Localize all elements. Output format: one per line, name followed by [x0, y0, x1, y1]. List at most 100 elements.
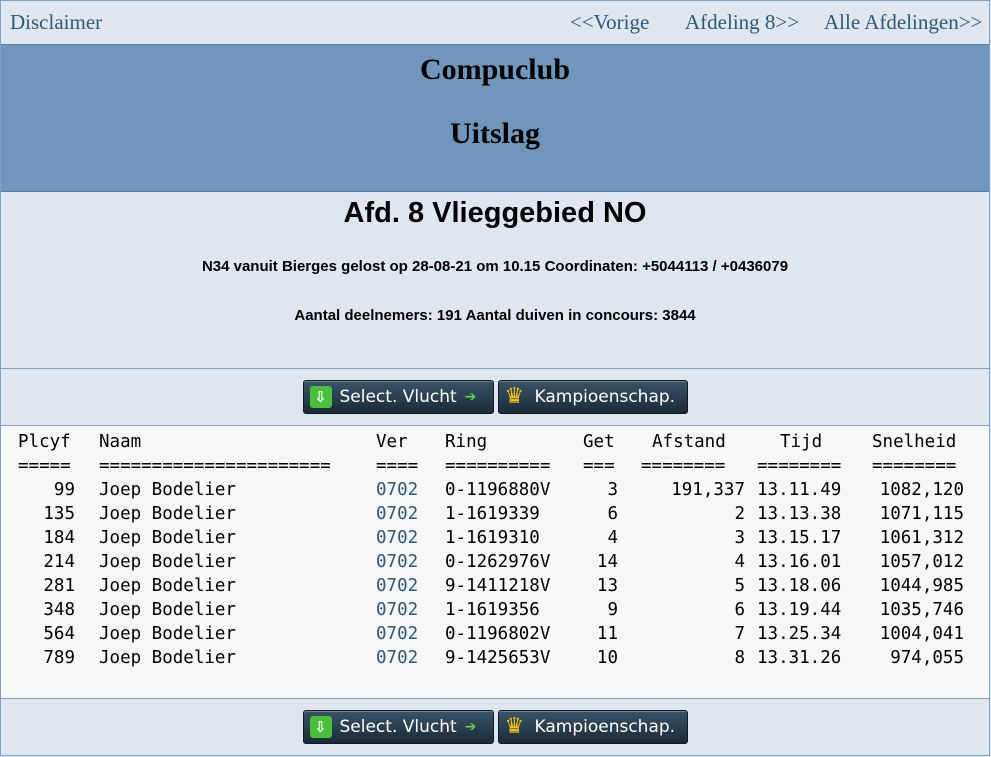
- cell-tijd: 13.19.44: [757, 600, 842, 620]
- cell-plcyf: 348: [43, 600, 75, 620]
- cell-snelheid: 1061,312: [879, 528, 964, 548]
- participant-counts: Aantal deelnemers: 191 Aantal duiven in …: [294, 307, 696, 324]
- cell-afstand: 4: [734, 552, 745, 572]
- cell-ring: 9-1411218V: [445, 576, 551, 596]
- championship-button-bottom[interactable]: ♛ Kampioenschap.: [497, 710, 688, 744]
- column-header: Tijd: [780, 432, 823, 452]
- cell-tijd: 13.31.26: [757, 648, 842, 668]
- cell-ring: 1-1619356: [445, 600, 540, 620]
- cell-ring: 1-1619339: [445, 504, 540, 524]
- cell-ring: 0-1196880V: [445, 480, 551, 500]
- cell-afstand: 6: [734, 600, 745, 620]
- select-flight-label: Select. Vlucht: [339, 717, 457, 737]
- table-header-row: Plcyf Naam Ver Ring Get Afstand Tijd Snelheid: [1, 432, 989, 456]
- next-section-link[interactable]: Afdeling 8>>: [685, 10, 799, 35]
- cell-ver[interactable]: 0702: [376, 480, 418, 500]
- page-subtitle: Uitslag: [450, 117, 540, 150]
- column-separator: ==========: [445, 456, 551, 476]
- cell-afstand: 7: [734, 624, 745, 644]
- table-row: 214 Joep Bodelier 0702 0-1262976V 14 4 13.16.0…: [1, 552, 989, 576]
- cell-plcyf: 214: [43, 552, 75, 572]
- crown-icon: ♛: [504, 714, 525, 739]
- cell-afstand: 191,337: [671, 480, 745, 500]
- cell-naam: Joep Bodelier: [99, 576, 236, 596]
- disclaimer-link[interactable]: Disclaimer: [10, 10, 102, 35]
- column-header: Ver: [376, 432, 408, 452]
- column-separator: ===: [583, 456, 615, 476]
- cell-get: 10: [596, 648, 618, 668]
- column-separator: =====: [18, 456, 71, 476]
- column-separator: ========: [872, 456, 957, 476]
- club-title: Compuclub: [419, 53, 571, 86]
- cell-plcyf: 135: [43, 504, 75, 524]
- column-header: Get: [583, 432, 615, 452]
- cell-tijd: 13.13.38: [757, 504, 842, 524]
- column-separator: ========: [757, 456, 842, 476]
- cell-ver[interactable]: 0702: [376, 528, 418, 548]
- table-row: 348 Joep Bodelier 0702 1-1619356 9 6 13.19.44 1…: [1, 600, 989, 624]
- arrow-right-icon: ➔: [464, 389, 477, 405]
- cell-ver[interactable]: 0702: [376, 552, 418, 572]
- previous-link[interactable]: <<Vorige: [570, 10, 649, 35]
- column-header: Afstand: [652, 432, 726, 452]
- cell-plcyf: 564: [43, 624, 75, 644]
- table-row: 184 Joep Bodelier 0702 1-1619310 4 3 13.15.17 1…: [1, 528, 989, 552]
- crown-icon: ♛: [504, 384, 525, 409]
- all-sections-link[interactable]: Alle Afdelingen>>: [824, 10, 982, 35]
- cell-get: 13: [596, 576, 618, 596]
- cell-tijd: 13.16.01: [757, 552, 842, 572]
- table-row: 564 Joep Bodelier 0702 0-1196802V 11 7 13.25.3…: [1, 624, 989, 648]
- cell-tijd: 13.15.17: [757, 528, 842, 548]
- cell-ver[interactable]: 0702: [376, 576, 418, 596]
- cell-naam: Joep Bodelier: [99, 600, 236, 620]
- column-header: Ring: [445, 432, 488, 452]
- cell-afstand: 8: [734, 648, 745, 668]
- cell-ring: 1-1619310: [445, 528, 540, 548]
- cell-afstand: 3: [734, 528, 745, 548]
- button-bar-bottom: ⇩ Select. Vlucht ➔ ♛ Kampioenschap.: [1, 699, 989, 755]
- arrow-right-icon: ➔: [464, 719, 477, 735]
- cell-plcyf: 184: [43, 528, 75, 548]
- button-bar-top: ⇩ Select. Vlucht ➔ ♛ Kampioenschap.: [1, 369, 989, 425]
- cell-afstand: 5: [734, 576, 745, 596]
- championship-button[interactable]: ♛ Kampioenschap.: [497, 380, 688, 414]
- cell-get: 11: [596, 624, 618, 644]
- table-row: 789 Joep Bodelier 0702 9-1425653V 10 8 13.31.2…: [1, 648, 989, 672]
- cell-naam: Joep Bodelier: [99, 480, 236, 500]
- section-title: Afd. 8 Vlieggebied NO: [343, 197, 647, 229]
- table-row: 281 Joep Bodelier 0702 9-1411218V 13 5 13.18.0…: [1, 576, 989, 600]
- top-navigation: Disclaimer <<Vorige Afdeling 8>> Alle Af…: [1, 0, 989, 44]
- cell-plcyf: 99: [53, 480, 75, 500]
- cell-get: 3: [607, 480, 618, 500]
- cell-snelheid: 974,055: [890, 648, 964, 668]
- cell-ver[interactable]: 0702: [376, 600, 418, 620]
- cell-snelheid: 1044,985: [879, 576, 964, 596]
- cell-ring: 0-1262976V: [445, 552, 551, 572]
- cell-ring: 0-1196802V: [445, 624, 551, 644]
- column-header: Snelheid: [872, 432, 957, 452]
- select-flight-button-bottom[interactable]: ⇩ Select. Vlucht ➔: [302, 710, 494, 744]
- cell-tijd: 13.11.49: [757, 480, 842, 500]
- championship-label: Kampioenschap.: [534, 717, 676, 737]
- championship-label: Kampioenschap.: [534, 387, 676, 407]
- select-flight-button[interactable]: ⇩ Select. Vlucht ➔: [302, 380, 494, 414]
- select-flight-label: Select. Vlucht: [339, 387, 457, 407]
- table-row: 99 Joep Bodelier 0702 0-1196880V 3 191,337 13.…: [1, 480, 989, 504]
- cell-tijd: 13.25.34: [757, 624, 842, 644]
- cell-naam: Joep Bodelier: [99, 624, 236, 644]
- column-header: Naam: [99, 432, 142, 452]
- cell-naam: Joep Bodelier: [99, 648, 236, 668]
- cell-tijd: 13.18.06: [757, 576, 842, 596]
- table-separator-row: ===== ====================== ==== =========…: [1, 456, 989, 480]
- page: Disclaimer <<Vorige Afdeling 8>> Alle Af…: [0, 0, 990, 756]
- cell-ver[interactable]: 0702: [376, 624, 418, 644]
- race-info: Afd. 8 Vlieggebied NO N34 vanuit Bierges…: [1, 192, 989, 369]
- cell-naam: Joep Bodelier: [99, 528, 236, 548]
- cell-ring: 9-1425653V: [445, 648, 551, 668]
- table-row: 135 Joep Bodelier 0702 1-1619339 6 2 13.13.38 1…: [1, 504, 989, 528]
- cell-ver[interactable]: 0702: [376, 504, 418, 524]
- cell-snelheid: 1057,012: [879, 552, 964, 572]
- cell-ver[interactable]: 0702: [376, 648, 418, 668]
- results-table: Plcyf Naam Ver Ring Get Afstand Tijd Snelheid ==…: [1, 425, 989, 699]
- column-separator: ====: [376, 456, 419, 476]
